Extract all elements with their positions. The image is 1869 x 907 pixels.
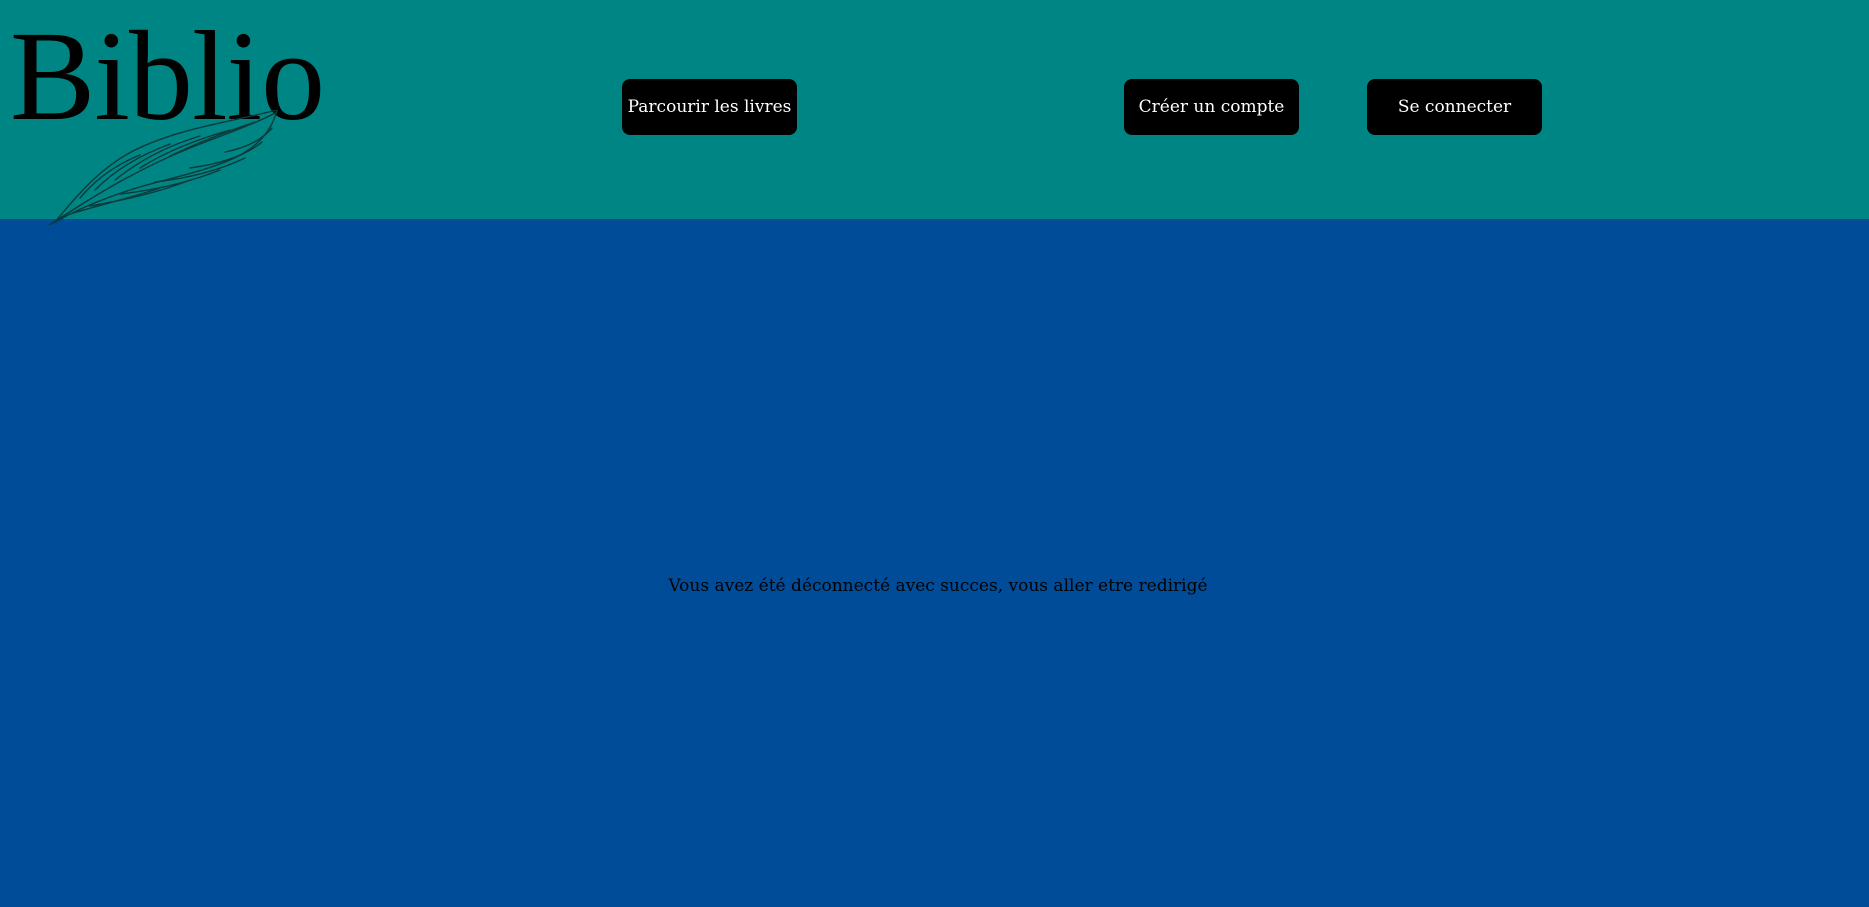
create-account-button[interactable]: Créer un compte bbox=[1124, 79, 1299, 135]
header: Biblio Parcourir les livres Créer un com… bbox=[0, 0, 1869, 225]
site-logo[interactable]: Biblio bbox=[10, 12, 325, 225]
logout-message: Vous avez été déconnecté avec succes, vo… bbox=[668, 576, 1208, 596]
browse-books-button[interactable]: Parcourir les livres bbox=[622, 79, 797, 135]
login-button[interactable]: Se connecter bbox=[1367, 79, 1542, 135]
main-content: Vous avez été déconnecté avec succes, vo… bbox=[0, 219, 1869, 907]
feather-icon bbox=[48, 110, 278, 225]
